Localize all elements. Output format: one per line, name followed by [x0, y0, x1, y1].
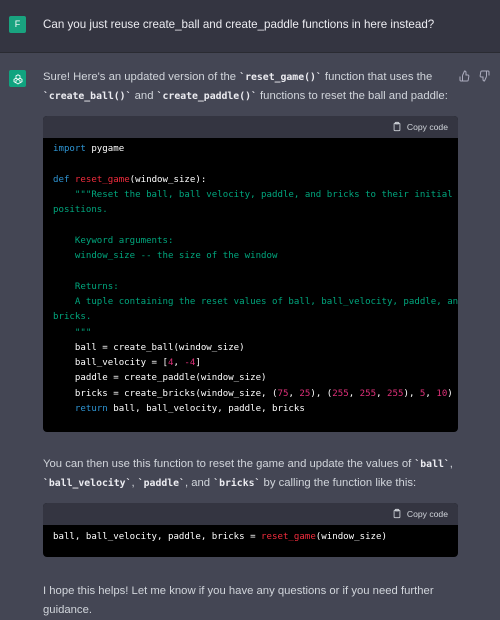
code-text: pygame — [85, 144, 125, 154]
intro-text-4: functions to reset the ball and paddle: — [256, 90, 448, 102]
assistant-avatar — [9, 70, 26, 87]
code-text: (window_size): — [129, 174, 207, 185]
code-block-usage: Copy code ball, ball_velocity, paddle, b… — [43, 503, 458, 557]
code-body: import pygame def reset_game(window_size… — [43, 138, 458, 419]
assistant-message-row: Sure! Here's an updated version of the `… — [0, 53, 500, 616]
intro-text-3: and — [131, 90, 157, 102]
inline-code-bricks: `bricks` — [213, 478, 261, 489]
inline-code-paddle: `paddle` — [137, 478, 185, 489]
code-line: import pygame — [53, 144, 448, 159]
intro-text-2: function that uses the — [321, 71, 433, 83]
code-number: 25 — [299, 388, 311, 399]
code-text: ) — [447, 388, 453, 399]
openai-logo-icon — [13, 73, 22, 84]
code-number: 10 — [436, 388, 448, 399]
code-line: """ — [53, 327, 92, 338]
code-line: bricks. — [53, 312, 92, 323]
code-line: Keyword arguments: — [53, 235, 174, 246]
thumbs-down-icon[interactable] — [478, 69, 490, 82]
code-function-name: reset_game — [74, 174, 130, 185]
code-text: ), — [403, 388, 420, 399]
code-text: bricks = create_bricks(window_size, ( — [53, 388, 278, 399]
copy-code-button[interactable]: Copy code — [392, 121, 448, 132]
code-line: def reset_game(window_size): — [53, 175, 448, 190]
intro-text-1: Sure! Here's an updated version of the — [43, 71, 240, 83]
code-text: ), ( — [310, 388, 333, 399]
code-text: ball, ball_velocity, paddle, bricks = — [53, 532, 262, 542]
followup-text-5: by calling the function like this: — [260, 477, 417, 489]
code-line: Returns: — [53, 281, 119, 292]
clipboard-icon — [393, 121, 401, 132]
code-line: return ball, ball_velocity, paddle, bric… — [53, 404, 448, 419]
code-keyword: return — [74, 404, 108, 415]
code-line: ball_velocity = [4, -4] — [53, 358, 448, 373]
code-line: bricks = create_bricks(window_size, (75,… — [53, 388, 453, 404]
code-function-name: reset_game — [261, 532, 316, 542]
followup-text-4: , and — [184, 477, 214, 489]
user-message-text: Can you just reuse create_ball and creat… — [43, 18, 435, 31]
code-body: ball, ball_velocity, paddle, bricks = re… — [43, 525, 458, 547]
code-number: 75 — [277, 388, 289, 399]
code-line: ball = create_ball(window_size) — [53, 342, 245, 353]
code-number: 255 — [359, 388, 377, 399]
code-block-header: Copy code — [43, 503, 458, 525]
copy-code-button[interactable]: Copy code — [392, 508, 448, 519]
inline-code-create-ball: `create_ball()` — [43, 91, 132, 102]
code-line: """Reset the ball, ball velocity, paddle… — [53, 189, 453, 200]
code-line: paddle = create_paddle(window_size) — [53, 373, 267, 384]
followup-text-2: , — [449, 458, 453, 470]
user-avatar: F — [9, 16, 26, 33]
code-text: , — [288, 388, 300, 399]
code-text: , — [173, 358, 185, 369]
code-keyword: import — [53, 144, 86, 154]
code-text: , — [376, 388, 388, 399]
feedback-buttons — [459, 69, 490, 82]
inline-code-ball-velocity: `ball_velocity` — [43, 478, 132, 489]
code-text: ball, ball_velocity, paddle, bricks — [107, 404, 305, 415]
code-text: , — [348, 388, 360, 399]
user-message-row: F Can you just reuse create_ball and cre… — [0, 0, 500, 53]
code-text: , — [425, 388, 437, 399]
code-line: A tuple containing the reset values of b… — [53, 296, 458, 307]
followup-text-1: You can then use this function to reset … — [43, 458, 415, 470]
code-line: ball, ball_velocity, paddle, bricks = re… — [53, 532, 448, 547]
assistant-intro-text: Sure! Here's an updated version of the `… — [43, 68, 463, 106]
copy-code-label: Copy code — [406, 508, 448, 519]
code-keyword: def — [53, 174, 70, 185]
copy-code-label: Copy code — [406, 121, 448, 132]
code-block-header: Copy code — [43, 116, 458, 138]
clipboard-icon — [393, 508, 401, 519]
code-block-reset-game: Copy code import pygame def reset_game(w… — [43, 116, 458, 432]
code-line: window_size -- the size of the window — [53, 251, 278, 262]
code-text: (window_size) — [315, 532, 387, 542]
code-text: ] — [195, 358, 201, 369]
code-number: 255 — [387, 388, 404, 399]
code-number: -4 — [184, 358, 196, 369]
code-line: positions. — [53, 205, 108, 216]
inline-code-ball: `ball` — [414, 459, 450, 470]
inline-code-reset-game: `reset_game()` — [239, 72, 322, 83]
inline-code-create-paddle: `create_paddle()` — [156, 91, 257, 102]
code-number: 255 — [332, 388, 349, 399]
assistant-closing-text: I hope this helps! Let me know if you ha… — [43, 585, 434, 616]
assistant-followup-text: You can then use this function to reset … — [43, 455, 463, 493]
code-text: ball_velocity = [ — [53, 358, 168, 369]
